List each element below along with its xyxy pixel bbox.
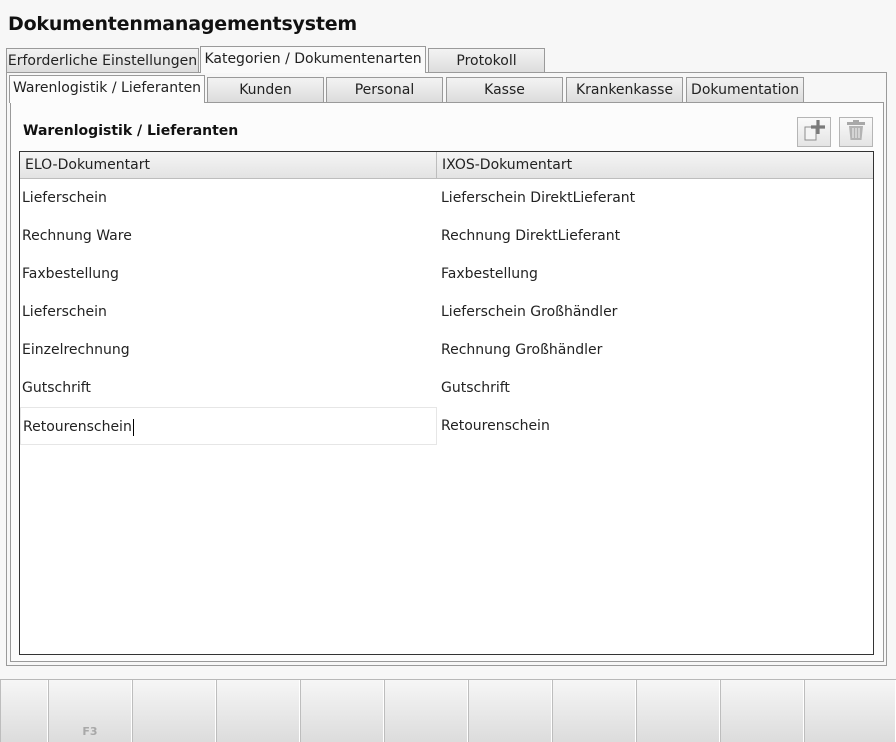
- elo-cell-editor[interactable]: Retourenschein: [20, 407, 437, 445]
- subtab-personal[interactable]: Personal: [326, 77, 443, 102]
- app-title: Dokumentenmanagementsystem: [8, 13, 358, 35]
- subtab-krankenkasse[interactable]: Krankenkasse: [566, 77, 683, 102]
- function-key[interactable]: [636, 680, 720, 742]
- elo-cell-text: Retourenschein: [23, 419, 132, 435]
- table-row[interactable]: Einzelrechnung Rechnung Großhändler: [20, 331, 873, 369]
- function-key-bar: F3: [0, 679, 896, 742]
- subtab-dokumentation[interactable]: Dokumentation: [686, 77, 804, 102]
- table-row[interactable]: Lieferschein Lieferschein DirektLieferan…: [20, 179, 873, 217]
- elo-cell[interactable]: Einzelrechnung: [20, 331, 437, 369]
- ixos-cell[interactable]: Gutschrift: [439, 369, 873, 407]
- function-key[interactable]: [468, 680, 552, 742]
- table-row[interactable]: Gutschrift Gutschrift: [20, 369, 873, 407]
- tab-erforderliche-einstellungen[interactable]: Erforderliche Einstellungen: [6, 48, 199, 73]
- function-key[interactable]: [132, 680, 216, 742]
- subtab-kasse[interactable]: Kasse: [446, 77, 563, 102]
- function-key[interactable]: [720, 680, 804, 742]
- add-document-icon: [801, 118, 827, 146]
- function-key[interactable]: [216, 680, 300, 742]
- elo-cell[interactable]: Lieferschein: [20, 179, 437, 217]
- elo-cell[interactable]: Faxbestellung: [20, 255, 437, 293]
- tab-protokoll[interactable]: Protokoll: [428, 48, 545, 73]
- add-document-button[interactable]: [797, 117, 831, 147]
- elo-cell[interactable]: Gutschrift: [20, 369, 437, 407]
- subtab-kunden[interactable]: Kunden: [207, 77, 324, 102]
- column-header-ixos[interactable]: IXOS-Dokumentart: [437, 152, 873, 178]
- subtab-warenlogistik-lieferanten[interactable]: Warenlogistik / Lieferanten: [9, 75, 205, 103]
- ixos-cell[interactable]: Lieferschein DirektLieferant: [439, 179, 873, 217]
- table-row[interactable]: Faxbestellung Faxbestellung: [20, 255, 873, 293]
- function-key[interactable]: [552, 680, 636, 742]
- elo-cell[interactable]: Rechnung Ware: [20, 217, 437, 255]
- function-key[interactable]: [300, 680, 384, 742]
- function-key[interactable]: [384, 680, 468, 742]
- function-key-f3[interactable]: F3: [48, 680, 132, 742]
- tab-kategorien-dokumentenarten[interactable]: Kategorien / Dokumentenarten: [200, 46, 426, 73]
- elo-cell[interactable]: Lieferschein: [20, 293, 437, 331]
- document-type-table: ELO-Dokumentart IXOS-Dokumentart Liefers…: [19, 151, 874, 655]
- column-header-elo[interactable]: ELO-Dokumentart: [20, 152, 437, 178]
- text-caret: [132, 418, 134, 436]
- trash-icon: [845, 118, 867, 146]
- table-row[interactable]: Rechnung Ware Rechnung DirektLieferant: [20, 217, 873, 255]
- ixos-cell[interactable]: Rechnung DirektLieferant: [439, 217, 873, 255]
- table-header: ELO-Dokumentart IXOS-Dokumentart: [20, 152, 873, 179]
- table-row[interactable]: Retourenschein Retourenschein: [20, 407, 873, 445]
- ixos-cell[interactable]: Faxbestellung: [439, 255, 873, 293]
- function-key[interactable]: [804, 680, 896, 742]
- ixos-cell[interactable]: Retourenschein: [439, 407, 873, 445]
- ixos-cell[interactable]: Lieferschein Großhändler: [439, 293, 873, 331]
- delete-button[interactable]: [839, 117, 873, 147]
- table-row[interactable]: Lieferschein Lieferschein Großhändler: [20, 293, 873, 331]
- section-title: Warenlogistik / Lieferanten: [23, 123, 239, 139]
- function-key[interactable]: [0, 680, 48, 742]
- ixos-cell[interactable]: Rechnung Großhändler: [439, 331, 873, 369]
- function-key-label: F3: [82, 725, 98, 738]
